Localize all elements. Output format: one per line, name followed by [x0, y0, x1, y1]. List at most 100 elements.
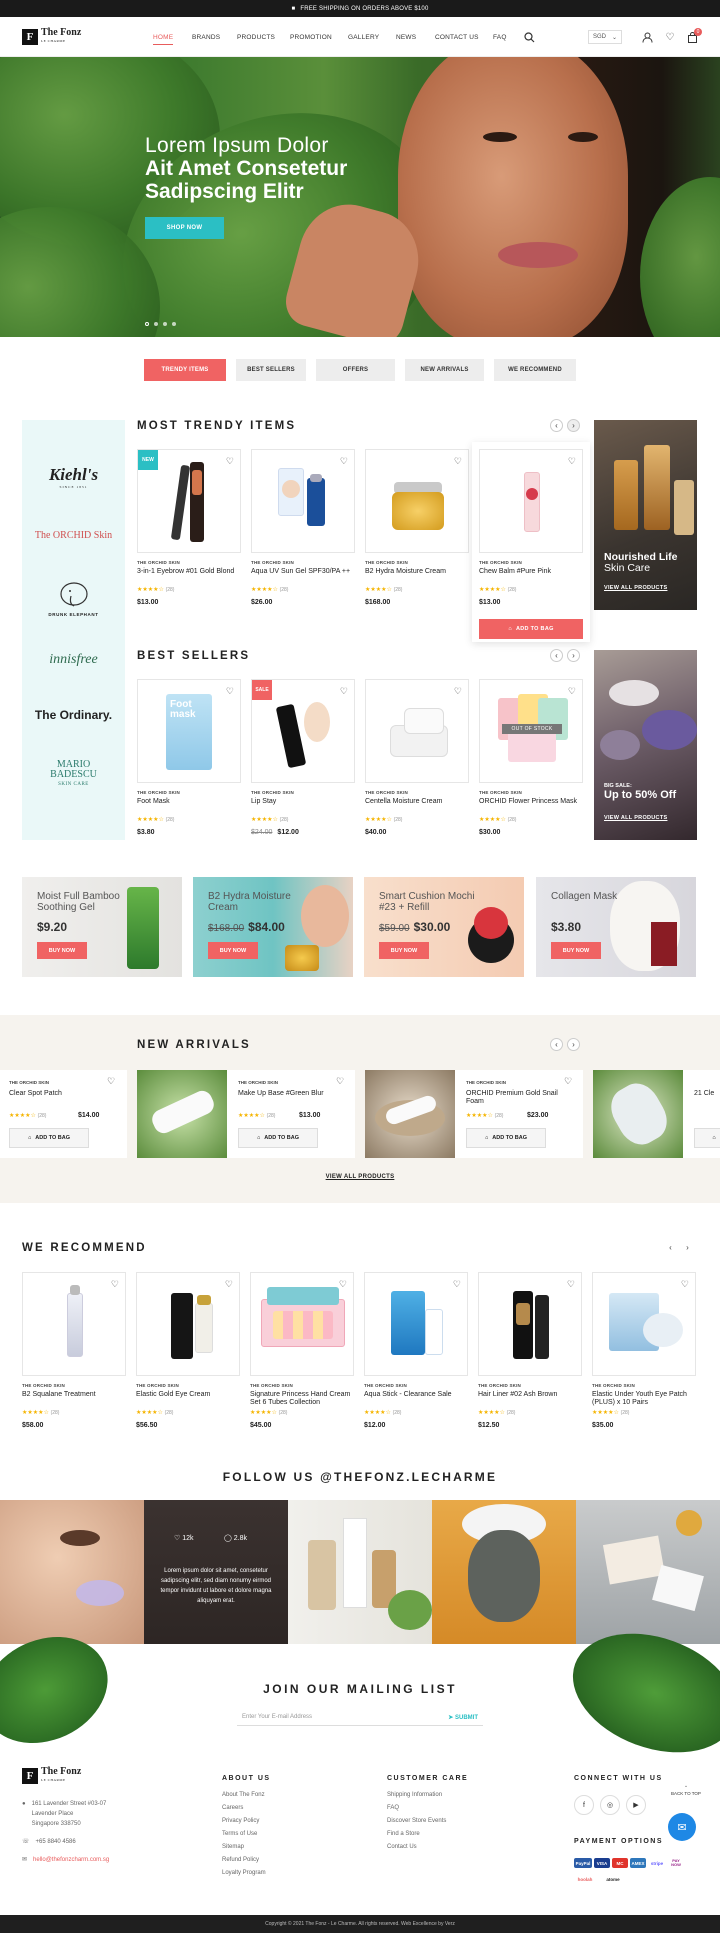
- search-icon[interactable]: [523, 31, 535, 43]
- footer-link[interactable]: Shipping Information: [387, 1792, 468, 1798]
- product-name[interactable]: Hair Liner #02 Ash Brown: [478, 1391, 582, 1407]
- wishlist-heart-icon[interactable]: ♡: [567, 1279, 575, 1290]
- product-name[interactable]: ORCHID Premium Gold Snail Foam: [466, 1090, 571, 1106]
- product-image[interactable]: ♡: [479, 449, 583, 553]
- wishlist-heart-icon[interactable]: ♡: [225, 1279, 233, 1290]
- footer-link[interactable]: Contact Us: [387, 1844, 468, 1850]
- product-card[interactable]: ♡ THE ORCHID SKIN Signature Princess Han…: [250, 1272, 354, 1429]
- product-card[interactable]: ♡ THE ORCHID SKIN B2 Hydra Moisture Crea…: [365, 449, 469, 606]
- submit-button[interactable]: ➤ SUBMIT: [448, 1714, 478, 1721]
- wishlist-heart-icon[interactable]: ♡: [453, 1279, 461, 1290]
- product-name[interactable]: 3-in-1 Eyebrow #01 Gold Blond: [137, 568, 241, 584]
- tab-offers[interactable]: OFFERS: [316, 359, 395, 381]
- product-image[interactable]: NEW ♡: [137, 449, 241, 553]
- add-to-bag-button[interactable]: ⌂ ADD TO BAG: [466, 1128, 546, 1148]
- chevron-left-icon[interactable]: ‹: [550, 649, 563, 662]
- wishlist-heart-icon[interactable]: ♡: [340, 456, 348, 467]
- add-to-bag-button[interactable]: ⌂ ADD TO BAG: [238, 1128, 318, 1148]
- instagram-post[interactable]: [432, 1500, 576, 1644]
- product-image[interactable]: ♡: [592, 1272, 696, 1376]
- view-all-products-link[interactable]: VIEW ALL PRODUCTS: [0, 1174, 720, 1180]
- product-image[interactable]: ♡: [22, 1272, 126, 1376]
- promo-banner[interactable]: Moist Full Bamboo Soothing Gel $9.20 BUY…: [22, 877, 182, 977]
- product-card[interactable]: OUT OF STOCK ♡ THE ORCHID SKIN ORCHID Fl…: [479, 679, 583, 836]
- instagram-post[interactable]: [576, 1500, 720, 1644]
- product-card[interactable]: ♡ THE ORCHID SKIN Aqua UV Sun Gel SPF30/…: [251, 449, 355, 606]
- tab-best-sellers[interactable]: BEST SELLERS: [236, 359, 306, 381]
- product-name[interactable]: Aqua UV Sun Gel SPF30/PA ++: [251, 568, 355, 584]
- promo-banner[interactable]: Smart Cushion Mochi #23 + Refill $59.00 $…: [364, 877, 524, 977]
- carousel-dot[interactable]: [154, 322, 158, 326]
- product-card[interactable]: ♡ THE ORCHID SKIN Elastic Under Youth Ey…: [592, 1272, 696, 1429]
- footer-email[interactable]: hello@thefonzcharm.com.sg: [33, 1855, 109, 1865]
- footer-link[interactable]: Privacy Policy: [222, 1818, 271, 1824]
- product-image[interactable]: ♡: [251, 449, 355, 553]
- product-card[interactable]: Foot mask ♡ THE ORCHID SKIN Foot Mask ★★★…: [137, 679, 241, 836]
- wishlist-heart-icon[interactable]: ♡: [340, 686, 348, 697]
- brand-drunk-elephant[interactable]: DRUNK ELEPHANT: [22, 580, 125, 617]
- promo-nourished-life[interactable]: Nourished Life Skin Care VIEW ALL PRODUCT…: [594, 420, 697, 610]
- nav-faq[interactable]: FAQ: [493, 34, 507, 41]
- nav-contact-us[interactable]: CONTACT US: [435, 34, 479, 41]
- chevron-right-icon[interactable]: ›: [567, 649, 580, 662]
- chevron-right-icon[interactable]: ›: [567, 1038, 580, 1051]
- add-to-bag-button[interactable]: ⌂: [694, 1128, 720, 1148]
- tab-trendy-items[interactable]: TRENDY ITEMS: [144, 359, 226, 381]
- product-image[interactable]: ♡: [365, 679, 469, 783]
- wishlist-heart-icon[interactable]: ♡: [568, 686, 576, 697]
- product-name[interactable]: Clear Spot Patch: [9, 1090, 114, 1098]
- wishlist-heart-icon[interactable]: ♡: [564, 1076, 572, 1087]
- product-card[interactable]: ♡ THE ORCHID SKIN Aqua Stick - Clearance…: [364, 1272, 468, 1429]
- product-image[interactable]: OUT OF STOCK ♡: [479, 679, 583, 783]
- product-name[interactable]: Aqua Stick - Clearance Sale: [364, 1391, 468, 1407]
- product-name[interactable]: Make Up Base #Green Blur: [238, 1090, 343, 1098]
- product-image[interactable]: [593, 1070, 683, 1158]
- wishlist-heart-icon[interactable]: ♡: [454, 456, 462, 467]
- product-image[interactable]: ♡: [136, 1272, 240, 1376]
- wishlist-heart-icon[interactable]: ♡: [111, 1279, 119, 1290]
- footer-link[interactable]: Loyalty Program: [222, 1870, 271, 1876]
- footer-link[interactable]: Careers: [222, 1805, 271, 1811]
- wishlist-heart-icon[interactable]: ♡: [226, 456, 234, 467]
- nav-gallery[interactable]: GALLERY: [348, 34, 379, 41]
- carousel-dot[interactable]: [172, 322, 176, 326]
- buy-now-button[interactable]: BUY NOW: [379, 942, 429, 959]
- email-field[interactable]: Enter Your E-mail Address ➤ SUBMIT: [237, 1709, 483, 1726]
- facebook-icon[interactable]: f: [574, 1795, 594, 1815]
- nav-home[interactable]: HOME: [153, 34, 174, 45]
- brand-innisfree[interactable]: innisfree: [22, 652, 125, 668]
- product-name[interactable]: Foot Mask: [137, 798, 241, 814]
- product-name[interactable]: Centella Moisture Cream: [365, 798, 469, 814]
- product-image[interactable]: ♡: [365, 449, 469, 553]
- promo-big-sale[interactable]: BIG SALE: Up to 50% Off VIEW ALL PRODUCT…: [594, 650, 697, 840]
- youtube-icon[interactable]: ▶: [626, 1795, 646, 1815]
- product-name[interactable]: Chew Balm #Pure Pink: [479, 568, 583, 584]
- chevron-right-icon[interactable]: ›: [681, 1241, 694, 1254]
- buy-now-button[interactable]: BUY NOW: [551, 942, 601, 959]
- product-name[interactable]: Lip Stay: [251, 798, 355, 814]
- product-image[interactable]: Foot mask ♡: [137, 679, 241, 783]
- product-card[interactable]: 21 Cle ⌂: [593, 1070, 720, 1158]
- currency-select[interactable]: SGD ⌄: [588, 30, 622, 44]
- view-all-products-link[interactable]: VIEW ALL PRODUCTS: [604, 815, 667, 821]
- footer-phone[interactable]: +65 8840 4586: [36, 1837, 76, 1847]
- product-name[interactable]: Elastic Under Youth Eye Patch (PLUS) x 1…: [592, 1391, 696, 1407]
- chevron-left-icon[interactable]: ‹: [664, 1241, 677, 1254]
- product-card[interactable]: ♡ THE ORCHID SKIN Chew Balm #Pure Pink ★…: [479, 449, 583, 606]
- product-card[interactable]: ♡ THE ORCHID SKIN B2 Squalane Treatment …: [22, 1272, 126, 1429]
- brand-orchid-skin[interactable]: The ORCHID Skin: [22, 530, 125, 541]
- add-to-bag-button[interactable]: ⌂ ADD TO BAG: [479, 619, 583, 639]
- product-card[interactable]: THE ORCHID SKIN ORCHID Premium Gold Snai…: [365, 1070, 583, 1158]
- product-name[interactable]: Signature Princess Hand Cream Set 6 Tube…: [250, 1391, 354, 1407]
- wishlist-heart-icon[interactable]: ♡: [336, 1076, 344, 1087]
- wishlist-heart-icon[interactable]: ♡: [107, 1076, 115, 1087]
- product-card[interactable]: THE ORCHID SKIN Clear Spot Patch ★★★★☆ (…: [0, 1070, 127, 1158]
- promo-banner[interactable]: B2 Hydra Moisture Cream $168.00 $84.00 BU…: [193, 877, 353, 977]
- product-name[interactable]: B2 Squalane Treatment: [22, 1391, 126, 1407]
- nav-products[interactable]: PRODUCTS: [237, 34, 275, 41]
- chevron-right-icon[interactable]: ›: [567, 419, 580, 432]
- footer-link[interactable]: Discover Store Events: [387, 1818, 468, 1824]
- footer-logo[interactable]: F The Fonz LE CHARME: [22, 1767, 81, 1785]
- product-name[interactable]: 21 Cle: [694, 1090, 720, 1098]
- product-card[interactable]: SALE ♡ THE ORCHID SKIN Lip Stay ★★★★☆ (2…: [251, 679, 355, 836]
